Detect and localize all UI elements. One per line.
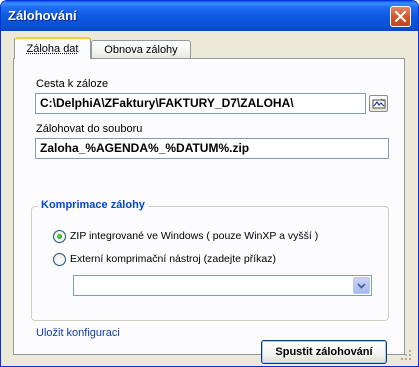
dialog-client-area: Záloha dat Obnova zálohy Cesta k záloze … bbox=[4, 31, 415, 364]
backup-file-label: Zálohovat do souboru bbox=[36, 123, 143, 135]
tab-restore[interactable]: Obnova zálohy bbox=[91, 40, 191, 59]
dropdown-button[interactable] bbox=[353, 277, 370, 294]
radio-external-tool[interactable] bbox=[53, 253, 66, 266]
chevron-down-icon bbox=[357, 283, 366, 289]
radio-external-tool-label[interactable]: Externí komprimační nástroj (zadejte pří… bbox=[70, 253, 276, 265]
tab-backup-label: Záloha dat bbox=[26, 43, 79, 55]
radio-zip-windows-label[interactable]: ZIP integrované ve Windows ( pouze WinXP… bbox=[70, 230, 318, 242]
save-config-link[interactable]: Uložit konfiguraci bbox=[36, 327, 120, 339]
start-backup-button[interactable]: Spustit zálohování bbox=[261, 340, 387, 364]
tab-panel-backup: Cesta k záloze C:\DelphiA\ZFaktury\FAKTU… bbox=[13, 58, 405, 364]
window-title: Zálohování bbox=[8, 8, 77, 23]
compression-group-title: Komprimace zálohy bbox=[38, 199, 148, 211]
dialog-window: Zálohování Záloha dat Obnova zálohy Cest… bbox=[0, 0, 419, 367]
title-bar[interactable]: Zálohování bbox=[1, 1, 418, 31]
external-command-select[interactable] bbox=[73, 275, 372, 296]
backup-path-label: Cesta k záloze bbox=[36, 78, 109, 90]
tab-restore-label: Obnova zálohy bbox=[104, 44, 178, 56]
close-icon bbox=[395, 11, 406, 22]
backup-path-input[interactable]: C:\DelphiA\ZFaktury\FAKTURY_D7\ZALOHA\ bbox=[35, 93, 366, 114]
radio-selected-dot bbox=[57, 234, 62, 239]
close-button[interactable] bbox=[390, 6, 411, 27]
backup-file-input[interactable]: Zaloha_%AGENDA%_%DATUM%.zip bbox=[35, 138, 389, 159]
tab-backup[interactable]: Záloha dat bbox=[14, 37, 91, 59]
browse-folder-button[interactable] bbox=[369, 95, 388, 112]
browse-folder-icon bbox=[372, 98, 386, 109]
radio-zip-windows[interactable] bbox=[53, 230, 66, 243]
